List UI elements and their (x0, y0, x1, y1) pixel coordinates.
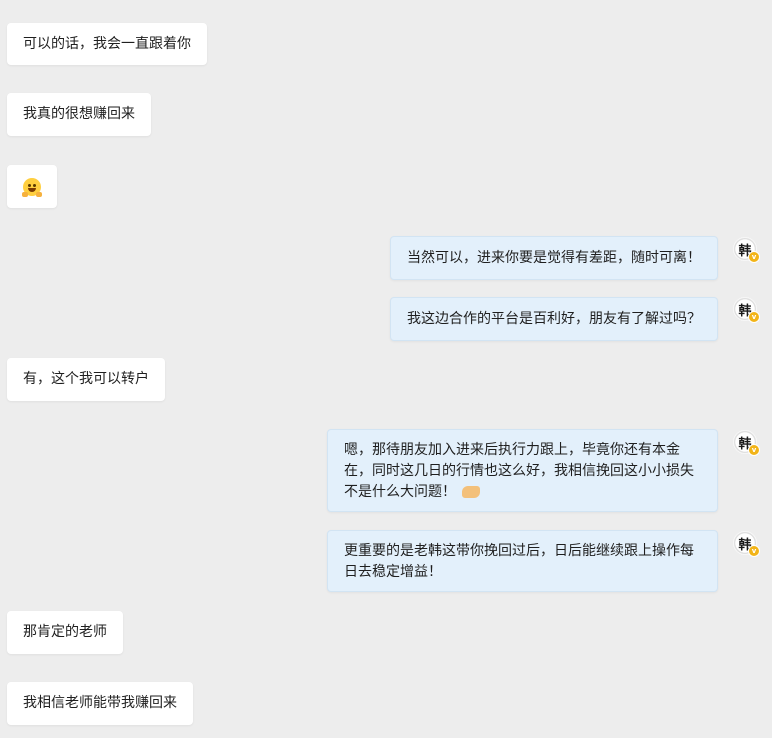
message-bubble-outgoing: 当然可以，进来你要是觉得有差距，随时可离！ (390, 236, 718, 280)
sender-avatar[interactable]: 韩 v (733, 237, 760, 263)
message-text: 当然可以，进来你要是觉得有差距，随时可离！ (407, 250, 701, 266)
message-text: 嗯，那待朋友加入进来后执行力跟上，毕竟你还有本金在，同时这几日的行情也这么好，我… (344, 442, 694, 500)
message-text: 我这边合作的平台是百利好，朋友有了解过吗？ (407, 311, 701, 327)
verified-badge-icon: v (748, 444, 760, 456)
message-bubble-outgoing: 我这边合作的平台是百利好，朋友有了解过吗？ (390, 297, 718, 341)
crying-face-emoji-icon (22, 178, 42, 197)
message-bubble-incoming: 我真的很想赚回来 (7, 93, 151, 136)
handshake-emoji-icon (462, 486, 481, 498)
verified-badge-icon: v (748, 251, 760, 263)
message-bubble-outgoing: 更重要的是老韩这带你挽回过后，日后能继续跟上操作每日去稳定增益！ (327, 530, 718, 592)
message-text: 可以的话，我会一直跟着你 (23, 36, 191, 52)
message-bubble-incoming: 可以的话，我会一直跟着你 (7, 23, 207, 65)
sender-avatar[interactable]: 韩 v (733, 531, 760, 557)
message-text: 有，这个我可以转户 (23, 371, 149, 387)
message-bubble-incoming: 我相信老师能带我赚回来 (7, 682, 193, 725)
message-text: 我真的很想赚回来 (23, 106, 135, 122)
message-bubble-incoming: 那肯定的老师 (7, 611, 123, 654)
message-text: 那肯定的老师 (23, 624, 107, 640)
verified-badge-icon: v (748, 545, 760, 557)
sender-avatar[interactable]: 韩 v (733, 430, 760, 456)
message-bubble-incoming (7, 165, 57, 208)
message-text: 我相信老师能带我赚回来 (23, 695, 177, 711)
message-text: 更重要的是老韩这带你挽回过后，日后能继续跟上操作每日去稳定增益！ (344, 543, 694, 580)
message-bubble-incoming: 有，这个我可以转户 (7, 358, 165, 401)
sender-avatar[interactable]: 韩 v (733, 297, 760, 323)
message-bubble-outgoing: 嗯，那待朋友加入进来后执行力跟上，毕竟你还有本金在，同时这几日的行情也这么好，我… (327, 429, 718, 512)
verified-badge-icon: v (748, 311, 760, 323)
